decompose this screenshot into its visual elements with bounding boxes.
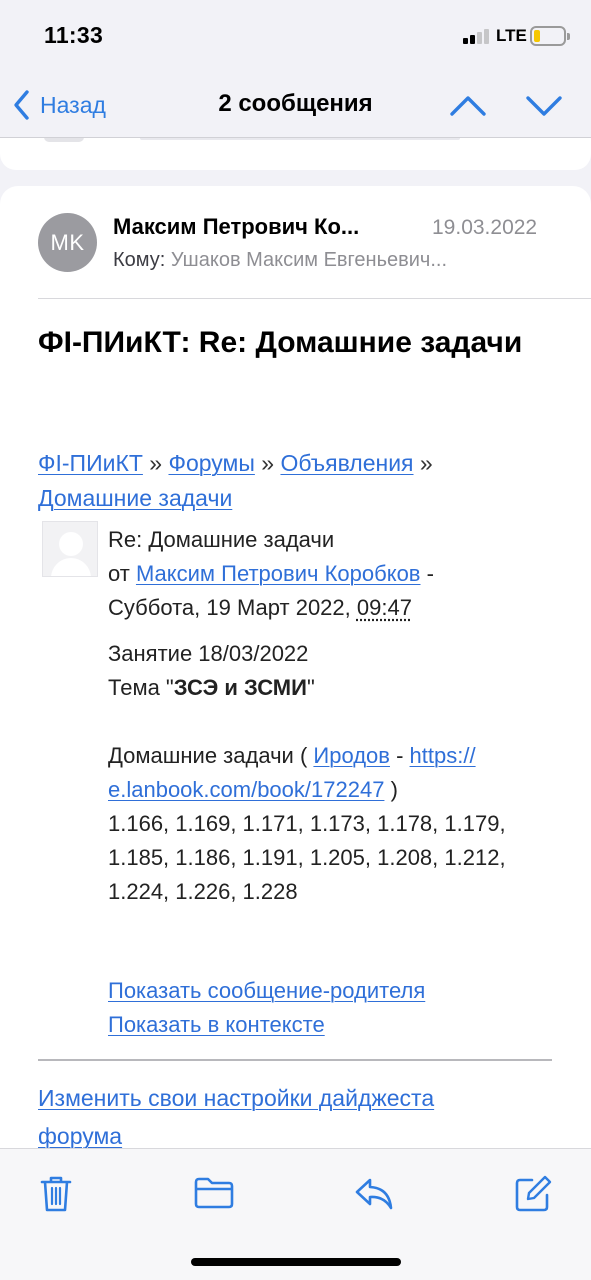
breadcrumb: ФI-ПИиКТ » Форумы » Объявления » Домашни…: [38, 446, 538, 516]
topic-line: Тема "ЗСЭ и ЗСМИ": [108, 675, 315, 700]
lesson-line: Занятие 18/03/2022: [108, 641, 309, 666]
post-author-link[interactable]: Максим Петрович Коробков: [136, 561, 421, 586]
post-body: Занятие 18/03/2022 Тема "ЗСЭ и ЗСМИ" Дом…: [108, 637, 558, 909]
post-date: Суббота, 19 Март 2022,: [108, 595, 351, 620]
navigation-bar: Назад 2 сообщения: [0, 72, 591, 138]
sender-name[interactable]: Максим Петрович Ко...: [113, 214, 359, 240]
breadcrumb-separator: »: [149, 450, 163, 476]
book-url-link-part1[interactable]: https://: [410, 743, 476, 768]
post-date-line: Суббота, 19 Март 2022, 09:47: [108, 591, 558, 625]
task-list-line: 1.224, 1.226, 1.228: [108, 879, 298, 904]
task-list-line: 1.166, 1.169, 1.171, 1.173, 1.178, 1.179…: [108, 811, 506, 836]
homework-line: Домашние задачи ( Иродов - https://: [108, 743, 476, 768]
header-divider: [38, 298, 591, 299]
to-label: Кому:: [113, 249, 166, 271]
breadcrumb-announcements-link[interactable]: Объявления: [280, 450, 413, 476]
folder-icon: [194, 1177, 234, 1209]
battery-icon: [530, 26, 570, 46]
compose-icon: [515, 1175, 552, 1212]
show-parent-link[interactable]: Показать сообщение-родителя: [108, 978, 425, 1003]
breadcrumb-separator: »: [261, 450, 275, 476]
reply-button[interactable]: [354, 1177, 394, 1216]
footer-divider: [38, 1059, 552, 1061]
recipient-line[interactable]: Кому: Ушаков Максим Евгеньевич...: [113, 249, 447, 272]
network-type: LTE: [496, 26, 527, 45]
post-author-line: от Максим Петрович Коробков -: [108, 561, 434, 586]
to-value: Ушаков Максим Евгеньевич...: [170, 249, 448, 271]
status-time: 11:33: [44, 22, 104, 48]
breadcrumb-homework-link[interactable]: Домашние задачи: [38, 485, 232, 511]
breadcrumb-forums-link[interactable]: Форумы: [168, 450, 254, 476]
post-time: 09:47: [356, 595, 412, 620]
task-list-line: 1.185, 1.186, 1.191, 1.205, 1.208, 1.212…: [108, 845, 506, 870]
compose-button[interactable]: [514, 1175, 552, 1218]
chevron-down-icon: [526, 96, 562, 116]
status-bar: 11:33 LTE: [0, 0, 591, 72]
previous-message-button[interactable]: [448, 88, 488, 127]
move-to-folder-button[interactable]: [194, 1177, 234, 1214]
post-title: Re: Домашние задачи: [108, 527, 335, 552]
user-picture-icon: [42, 521, 98, 577]
nav-title: 2 сообщения: [218, 90, 373, 117]
reply-icon: [355, 1178, 393, 1210]
trash-icon: [40, 1176, 72, 1212]
cellular-signal-icon: [463, 28, 489, 44]
sender-avatar[interactable]: MK: [38, 213, 97, 272]
message-date: 19.03.2022: [432, 216, 538, 239]
book-link[interactable]: Иродов: [313, 743, 390, 768]
homework-url-line: e.lanbook.com/book/172247 ): [108, 777, 398, 802]
home-indicator: [191, 1258, 401, 1266]
book-url-link-part2[interactable]: e.lanbook.com/book/172247: [108, 777, 384, 802]
show-in-context-link[interactable]: Показать в контексте: [108, 1012, 325, 1037]
breadcrumb-separator: »: [419, 450, 433, 476]
breadcrumb-course-link[interactable]: ФI-ПИиКТ: [38, 450, 143, 476]
previous-message-card[interactable]: [0, 138, 591, 170]
chevron-up-icon: [450, 96, 486, 116]
battery-level: [534, 30, 540, 42]
post-links: Показать сообщение-родителя Показать в к…: [108, 974, 558, 1042]
topic-name: ЗСЭ и ЗСМИ: [173, 675, 307, 700]
next-message-button[interactable]: [524, 88, 564, 127]
digest-settings-link[interactable]: Изменить свои настройки дайджеста форума: [38, 1079, 538, 1155]
post-header: Re: Домашние задачи от Максим Петрович К…: [108, 523, 558, 625]
message-card: MK Максим Петрович Ко... 19.03.2022 Кому…: [0, 186, 591, 1280]
delete-button[interactable]: [40, 1175, 72, 1218]
message-subject: ФI-ПИиКТ: Re: Домашние задачи: [38, 326, 523, 359]
